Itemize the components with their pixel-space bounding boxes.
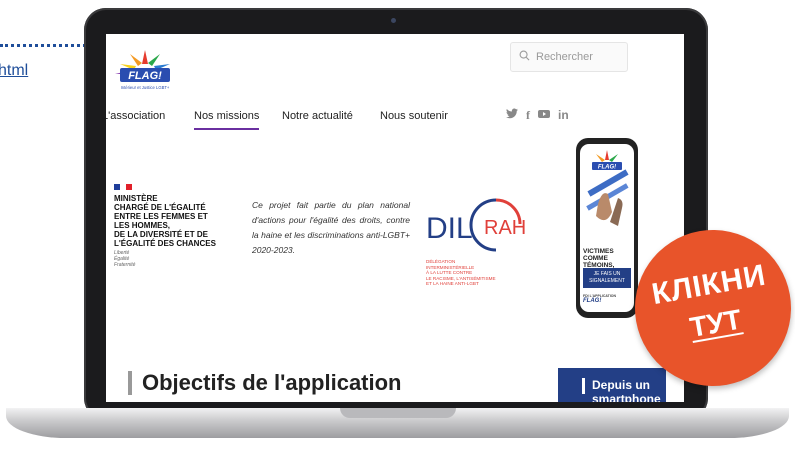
section-heading-text: Objectifs de l'application — [142, 370, 402, 395]
project-description: Ce projet fait partie du plan national d… — [252, 200, 410, 255]
smartphone-box: Depuis un smartphone — [558, 368, 666, 402]
nav-association[interactable]: L'association — [106, 110, 165, 122]
victims-line: VICTIMES — [583, 248, 614, 255]
phone-footer-logo: FLAG! — [583, 298, 602, 304]
ministry-line: MINISTÈRE — [114, 194, 158, 203]
phone-footer: FDI L'APPLICATION FLAG! — [583, 294, 616, 304]
svg-text:Intérieur et Justice LGBT+: Intérieur et Justice LGBT+ — [121, 85, 170, 90]
dilcrah-logo: DIL RAH DÉLÉGATION INTERMINISTÉRIELLE À … — [424, 194, 534, 294]
french-flag-icon — [114, 184, 132, 190]
phone-victims-text: VICTIMES COMME TÉMOINS, — [583, 248, 634, 269]
phone-illustration: FLAG! — [586, 150, 629, 226]
victims-line: COMME TÉMOINS, — [583, 255, 615, 269]
ministry-line: DE LA DIVERSITÉ ET DE — [114, 230, 208, 239]
social-links: f in — [506, 108, 569, 123]
phone-mockup: FLAG! VICTIMES COMME TÉMOINS, JE FAIS UN… — [576, 138, 638, 318]
dilcrah-line: ET LA HAINE ANTI-LGBT — [426, 281, 479, 287]
box-bar — [582, 378, 585, 394]
report-line: SIGNALEMENT — [589, 278, 625, 284]
heading-bar — [128, 371, 132, 395]
phone-screen: FLAG! VICTIMES COMME TÉMOINS, JE FAIS UN… — [580, 144, 634, 312]
search-icon — [519, 48, 530, 66]
ministry-line: L'ÉGALITÉ DES CHANCES — [114, 239, 216, 248]
report-line: JE FAIS UN — [593, 271, 621, 277]
ministry-line: LES HOMMES, — [114, 221, 171, 230]
linkedin-icon[interactable]: in — [558, 108, 569, 123]
nav-missions[interactable]: Nos missions — [194, 110, 260, 130]
background-link[interactable]: html — [0, 62, 28, 80]
svg-text:FLAG!: FLAG! — [598, 165, 616, 171]
laptop-screen: FLAG! Intérieur et Justice LGBT+ Recherc… — [106, 34, 684, 402]
dilcrah-right: RAH — [484, 217, 526, 239]
search-placeholder: Rechercher — [536, 51, 593, 63]
ministry-line: ENTRE LES FEMMES ET — [114, 212, 208, 221]
motto-line: Fraternité — [114, 262, 136, 268]
flag-logo[interactable]: FLAG! Intérieur et Justice LGBT+ — [112, 46, 178, 92]
phone-report-button: JE FAIS UN SIGNALEMENT — [583, 268, 631, 288]
youtube-icon[interactable] — [538, 108, 550, 123]
ministry-logo: MINISTÈRE CHARGÉ DE L'ÉGALITÉ ENTRE LES … — [114, 184, 239, 248]
dilcrah-caption: DÉLÉGATION INTERMINISTÉRIELLE À LA LUTTE… — [426, 259, 534, 287]
nav-soutenir[interactable]: Nous soutenir — [380, 110, 448, 122]
camera-dot — [391, 18, 396, 23]
ministry-line: CHARGÉ DE L'ÉGALITÉ — [114, 203, 206, 212]
twitter-icon[interactable] — [506, 108, 518, 123]
laptop-frame: FLAG! Intérieur et Justice LGBT+ Recherc… — [84, 8, 708, 420]
laptop-notch — [340, 408, 456, 418]
search-box[interactable]: Rechercher — [510, 42, 628, 72]
section-heading: Objectifs de l'application — [128, 370, 402, 396]
dilcrah-left: DIL — [426, 212, 473, 245]
republic-motto: Liberté Égalité Fraternité — [114, 250, 135, 268]
svg-text:FLAG!: FLAG! — [128, 70, 162, 82]
smartphone-box-text: Depuis un smartphone — [592, 378, 661, 402]
nav-actualite[interactable]: Notre actualité — [282, 110, 353, 122]
facebook-icon[interactable]: f — [526, 108, 530, 123]
